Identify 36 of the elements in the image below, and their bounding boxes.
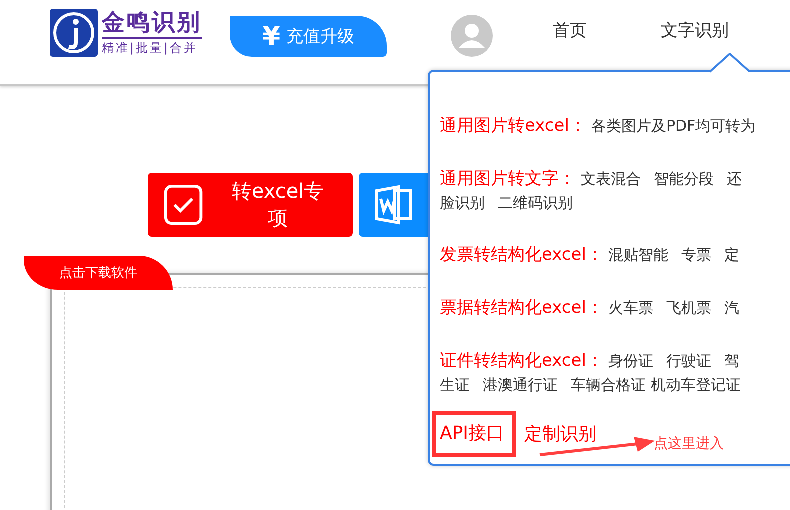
menu-item[interactable]: 火车票 <box>608 299 654 318</box>
category-title[interactable]: 通用图片转文字： <box>440 167 576 190</box>
logo-name: 金鸣识别 <box>102 9 202 39</box>
menu-item[interactable]: 混贴智能 <box>608 246 668 265</box>
api-link[interactable]: API接口 <box>432 411 516 457</box>
menu-item[interactable]: 专票 <box>681 246 712 265</box>
menu-item[interactable]: 汽 <box>724 299 740 318</box>
menu-item[interactable]: 行驶证 <box>666 352 712 371</box>
document-icon <box>375 185 413 225</box>
logo-icon <box>50 9 98 57</box>
avatar-icon[interactable] <box>451 15 493 57</box>
download-tab[interactable]: 点击下载软件 <box>24 256 173 290</box>
menu-item[interactable]: 港澳通行证 <box>483 376 558 395</box>
category-title[interactable]: 通用图片转excel： <box>440 114 586 137</box>
menu-item[interactable]: 生证 <box>440 376 470 395</box>
menu-item[interactable]: 定 <box>724 246 740 265</box>
menu-item[interactable]: 飞机票 <box>666 299 712 318</box>
nav-link[interactable]: 文字识别 <box>661 19 729 42</box>
menu-item[interactable]: 身份证 <box>608 352 654 371</box>
menu-item[interactable]: 脸识别 <box>440 194 485 213</box>
menu-item[interactable]: 还 <box>727 170 742 189</box>
menu-item[interactable]: 二维码识别 <box>498 194 573 213</box>
category-title[interactable]: 证件转结构化excel： <box>440 349 604 372</box>
nav-link[interactable]: 首页 <box>553 19 587 42</box>
menu-item[interactable]: 文表混合 <box>581 170 641 189</box>
menu-item[interactable]: 智能分段 <box>654 170 714 189</box>
menu-item[interactable]: 驾 <box>724 352 740 371</box>
checkbox-icon <box>164 184 204 226</box>
menu-item[interactable]: 车辆合格证 机动车登记证 <box>571 376 741 395</box>
category-title[interactable]: 发票转结构化excel： <box>440 243 604 266</box>
menu-item[interactable]: 各类图片及PDF均可转为 <box>591 117 756 136</box>
custom-link[interactable]: 定制识别 <box>524 422 596 446</box>
logo-slogan: 精准|批量|合并 <box>102 40 198 57</box>
excel-button[interactable]: 转excel专项 <box>148 173 353 237</box>
category-title[interactable]: 票据转结构化excel： <box>440 296 604 319</box>
annotation-text: 点这里进入 <box>654 435 724 453</box>
